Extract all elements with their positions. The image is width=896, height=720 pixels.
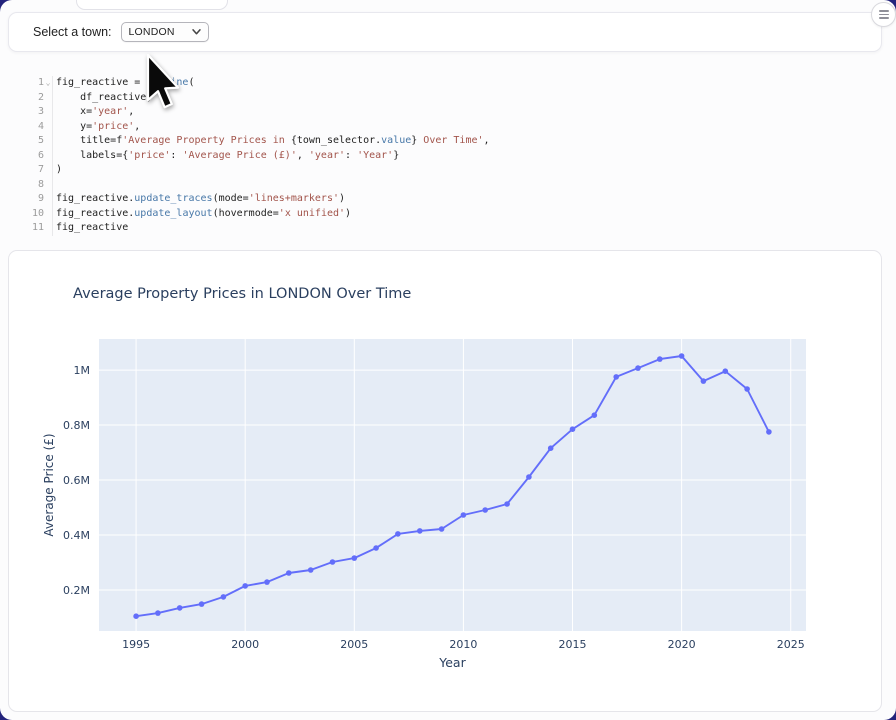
line-number: 11 bbox=[20, 221, 44, 236]
plotly-line-chart[interactable]: Average Property Prices in LONDON Over T… bbox=[9, 251, 882, 712]
code-editor[interactable]: 1⌄fig_reactive = px.line(2 df_reactive,3… bbox=[20, 76, 878, 236]
x-tick-label: 1995 bbox=[122, 638, 150, 651]
code-line[interactable]: 9 fig_reactive.update_traces(mode='lines+… bbox=[20, 192, 878, 207]
data-point-marker bbox=[548, 445, 554, 451]
data-point-marker bbox=[657, 356, 663, 362]
y-axis-title: Average Price (£) bbox=[42, 433, 56, 536]
x-tick-label: 2025 bbox=[777, 638, 805, 651]
hamburger-icon bbox=[879, 10, 889, 19]
y-tick-label: 0.4M bbox=[63, 529, 90, 542]
data-point-marker bbox=[766, 429, 772, 435]
data-point-marker bbox=[155, 610, 161, 616]
chart-card: Average Property Prices in LONDON Over T… bbox=[8, 250, 882, 712]
code-text: labels={'price': 'Average Price (£)', 'y… bbox=[52, 149, 878, 164]
line-number: 8 bbox=[20, 178, 44, 193]
data-point-marker bbox=[264, 579, 270, 585]
x-tick-label: 2020 bbox=[668, 638, 696, 651]
y-tick-label: 0.6M bbox=[63, 474, 90, 487]
y-tick-label: 1M bbox=[74, 364, 91, 377]
code-text: ) bbox=[52, 163, 878, 178]
town-select-dropdown[interactable]: LONDON bbox=[121, 22, 209, 42]
data-point-marker bbox=[352, 555, 358, 561]
data-point-marker bbox=[133, 613, 139, 619]
code-line[interactable]: 3 x='year', bbox=[20, 105, 878, 120]
line-number: 7 bbox=[20, 163, 44, 178]
line-number: 2 bbox=[20, 91, 44, 106]
data-point-marker bbox=[461, 512, 467, 518]
code-line[interactable]: 4 y='price', bbox=[20, 120, 878, 135]
code-line[interactable]: 11 fig_reactive bbox=[20, 221, 878, 236]
fold-arrow-icon[interactable]: ⌄ bbox=[44, 76, 52, 91]
code-line[interactable]: 1⌄fig_reactive = px.line( bbox=[20, 76, 878, 91]
x-tick-label: 2005 bbox=[340, 638, 368, 651]
data-point-marker bbox=[526, 474, 532, 480]
line-number: 6 bbox=[20, 149, 44, 164]
plot-area bbox=[99, 339, 806, 631]
data-point-marker bbox=[570, 426, 576, 432]
x-tick-label: 2010 bbox=[449, 638, 477, 651]
data-point-marker bbox=[635, 365, 641, 371]
data-point-marker bbox=[744, 386, 750, 392]
data-point-marker bbox=[373, 545, 379, 551]
data-point-marker bbox=[613, 374, 619, 380]
code-line[interactable]: 2 df_reactive, bbox=[20, 91, 878, 106]
data-point-marker bbox=[330, 559, 336, 565]
data-point-marker bbox=[395, 531, 401, 537]
data-point-marker bbox=[701, 378, 707, 384]
code-text: fig_reactive.update_traces(mode='lines+m… bbox=[52, 192, 878, 207]
code-text: fig_reactive = px.line( bbox=[52, 76, 878, 91]
app-frame: Select a town: LONDON 1⌄fig_reactive = p… bbox=[0, 0, 896, 720]
y-tick-label: 0.2M bbox=[63, 584, 90, 597]
data-point-marker bbox=[482, 507, 488, 513]
data-point-marker bbox=[504, 501, 510, 507]
code-line[interactable]: 7) bbox=[20, 163, 878, 178]
code-text: df_reactive, bbox=[52, 91, 878, 106]
code-text: fig_reactive.update_layout(hovermode='x … bbox=[52, 207, 878, 222]
town-select-value: LONDON bbox=[129, 26, 175, 38]
data-point-marker bbox=[199, 601, 205, 607]
town-selector-label: Select a town: bbox=[33, 25, 112, 39]
code-text: y='price', bbox=[52, 120, 878, 135]
code-text: title=f'Average Property Prices in {town… bbox=[52, 134, 878, 149]
town-selector-card: Select a town: LONDON bbox=[8, 12, 882, 52]
data-point-marker bbox=[679, 353, 685, 359]
notebook-menu-button[interactable] bbox=[871, 2, 896, 27]
chevron-down-icon bbox=[192, 29, 201, 35]
x-tick-label: 2000 bbox=[231, 638, 259, 651]
toolbar-fragment bbox=[76, 0, 228, 10]
line-number: 3 bbox=[20, 105, 44, 120]
line-number: 9 bbox=[20, 192, 44, 207]
y-tick-label: 0.8M bbox=[63, 419, 90, 432]
data-point-marker bbox=[286, 570, 292, 576]
chart-title: Average Property Prices in LONDON Over T… bbox=[73, 286, 411, 302]
code-line[interactable]: 5 title=f'Average Property Prices in {to… bbox=[20, 134, 878, 149]
data-point-marker bbox=[221, 594, 227, 600]
data-point-marker bbox=[723, 368, 729, 374]
line-number: 10 bbox=[20, 207, 44, 222]
data-point-marker bbox=[177, 605, 183, 611]
code-line[interactable]: 10 fig_reactive.update_layout(hovermode='… bbox=[20, 207, 878, 222]
data-point-marker bbox=[242, 583, 248, 589]
code-line[interactable]: 6 labels={'price': 'Average Price (£)', … bbox=[20, 149, 878, 164]
x-tick-label: 2015 bbox=[559, 638, 587, 651]
line-number: 1 bbox=[20, 76, 44, 91]
data-point-marker bbox=[592, 412, 598, 418]
code-line[interactable]: 8 bbox=[20, 178, 878, 193]
line-number: 4 bbox=[20, 120, 44, 135]
data-point-marker bbox=[308, 567, 314, 573]
code-text bbox=[52, 178, 878, 193]
code-text: fig_reactive bbox=[52, 221, 878, 236]
code-text: x='year', bbox=[52, 105, 878, 120]
data-point-marker bbox=[439, 526, 445, 532]
line-number: 5 bbox=[20, 134, 44, 149]
data-point-marker bbox=[417, 528, 423, 534]
x-axis-title: Year bbox=[438, 655, 466, 670]
